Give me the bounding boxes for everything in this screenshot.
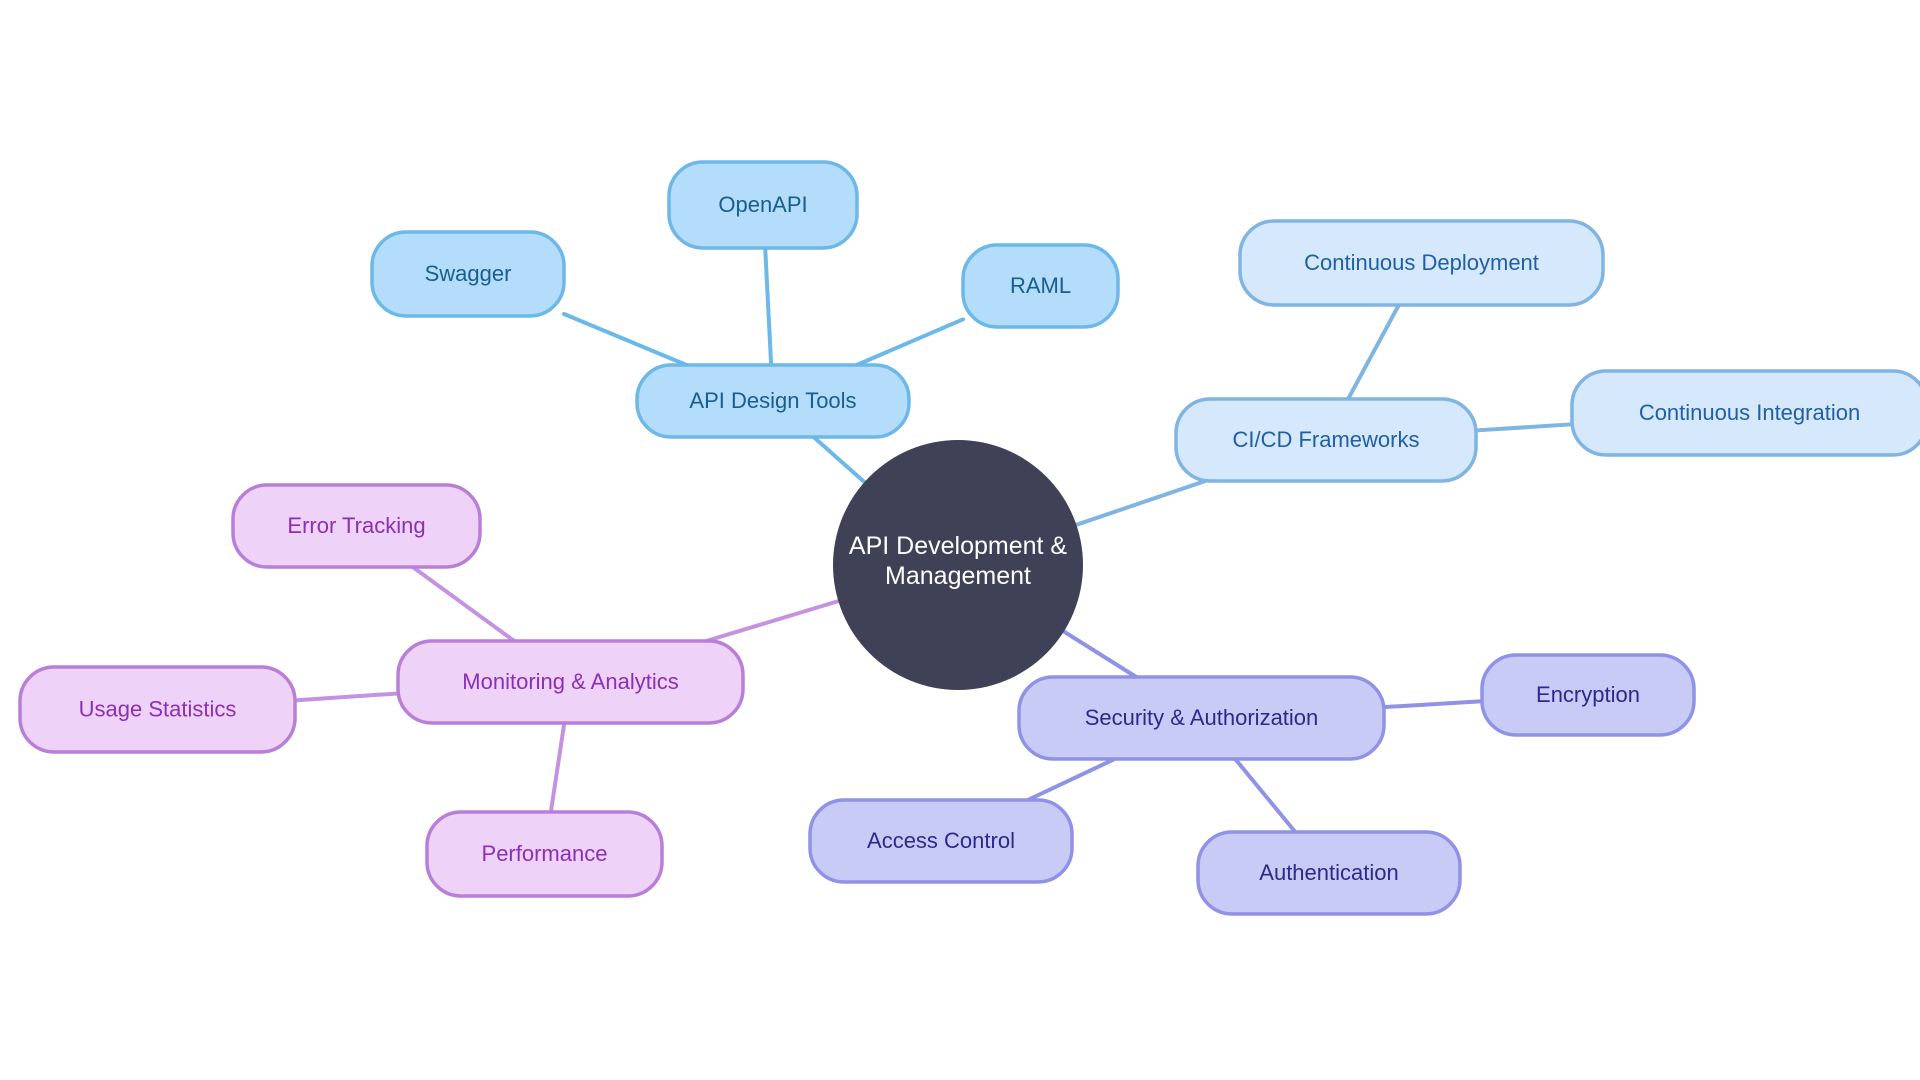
leaf-node-authentication[interactable]: Authentication (1196, 830, 1462, 916)
mindmap-canvas: Swagger OpenAPI RAML API Design Tools Contin… (0, 0, 1920, 1080)
leaf-node-encryption[interactable]: Encryption (1480, 653, 1696, 737)
edge-root-to-api-design-tools (811, 435, 867, 485)
leaf-node-continuous-deployment[interactable]: Continuous Deployment (1238, 219, 1605, 307)
edge-root-to-monitoring-analytics (704, 599, 841, 643)
node-shape (425, 810, 664, 898)
leaf-node-raml[interactable]: RAML (961, 243, 1120, 329)
edge-api-design-tools-to-openapi (763, 246, 774, 367)
branch-node-api-design-tools[interactable]: API Design Tools (635, 363, 911, 439)
leaf-node-continuous-integration[interactable]: Continuous Integration (1570, 369, 1920, 457)
node-shape (667, 160, 859, 250)
mindmap-svg: Swagger OpenAPI RAML API Design Tools Contin… (18, 160, 1920, 916)
branch-node-monitoring-analytics[interactable]: Monitoring & Analytics (396, 639, 745, 725)
node-shape (396, 639, 745, 725)
leaf-node-performance[interactable]: Performance (425, 810, 664, 898)
edge-root-to-cicd-frameworks (1074, 479, 1208, 527)
node-shape (1238, 219, 1605, 307)
edge-security-authorization-to-encryption (1382, 699, 1484, 710)
leaf-node-usage-statistics[interactable]: Usage Statistics (18, 665, 297, 754)
node-shape (1174, 397, 1478, 483)
branch-node-cicd-frameworks[interactable]: CI/CD Frameworks (1174, 397, 1478, 483)
root-node[interactable]: API Development & Management (833, 440, 1083, 690)
leaf-node-error-tracking[interactable]: Error Tracking (231, 483, 482, 569)
edge-api-design-tools-to-swagger (562, 311, 689, 367)
edge-root-to-security-authorization (1061, 629, 1139, 679)
edge-security-authorization-to-access-control (1025, 757, 1117, 802)
branch-node-security-authorization[interactable]: Security & Authorization (1017, 675, 1386, 761)
node-shape (1017, 675, 1386, 761)
leaf-node-openapi[interactable]: OpenAPI (667, 160, 859, 250)
edge-api-design-tools-to-raml (854, 317, 965, 367)
node-shape (961, 243, 1120, 329)
edge-cicd-frameworks-to-continuous-integration (1474, 422, 1574, 433)
node-shape (18, 665, 297, 754)
leaf-node-access-control[interactable]: Access Control (808, 798, 1074, 884)
node-shape (231, 483, 482, 569)
edge-monitoring-analytics-to-usage-statistics (293, 691, 400, 703)
edge-monitoring-analytics-to-performance (548, 721, 567, 814)
node-shape (1570, 369, 1920, 457)
edge-cicd-frameworks-to-continuous-deployment (1346, 303, 1401, 401)
node-layer: Swagger OpenAPI RAML API Design Tools Contin… (18, 160, 1920, 916)
leaf-node-swagger[interactable]: Swagger (370, 230, 566, 318)
edge-security-authorization-to-authentication (1233, 757, 1298, 834)
node-shape (635, 363, 911, 439)
node-shape (1480, 653, 1696, 737)
node-shape (808, 798, 1074, 884)
node-shape (1196, 830, 1462, 916)
edge-monitoring-analytics-to-error-tracking (410, 565, 517, 643)
node-shape (370, 230, 566, 318)
